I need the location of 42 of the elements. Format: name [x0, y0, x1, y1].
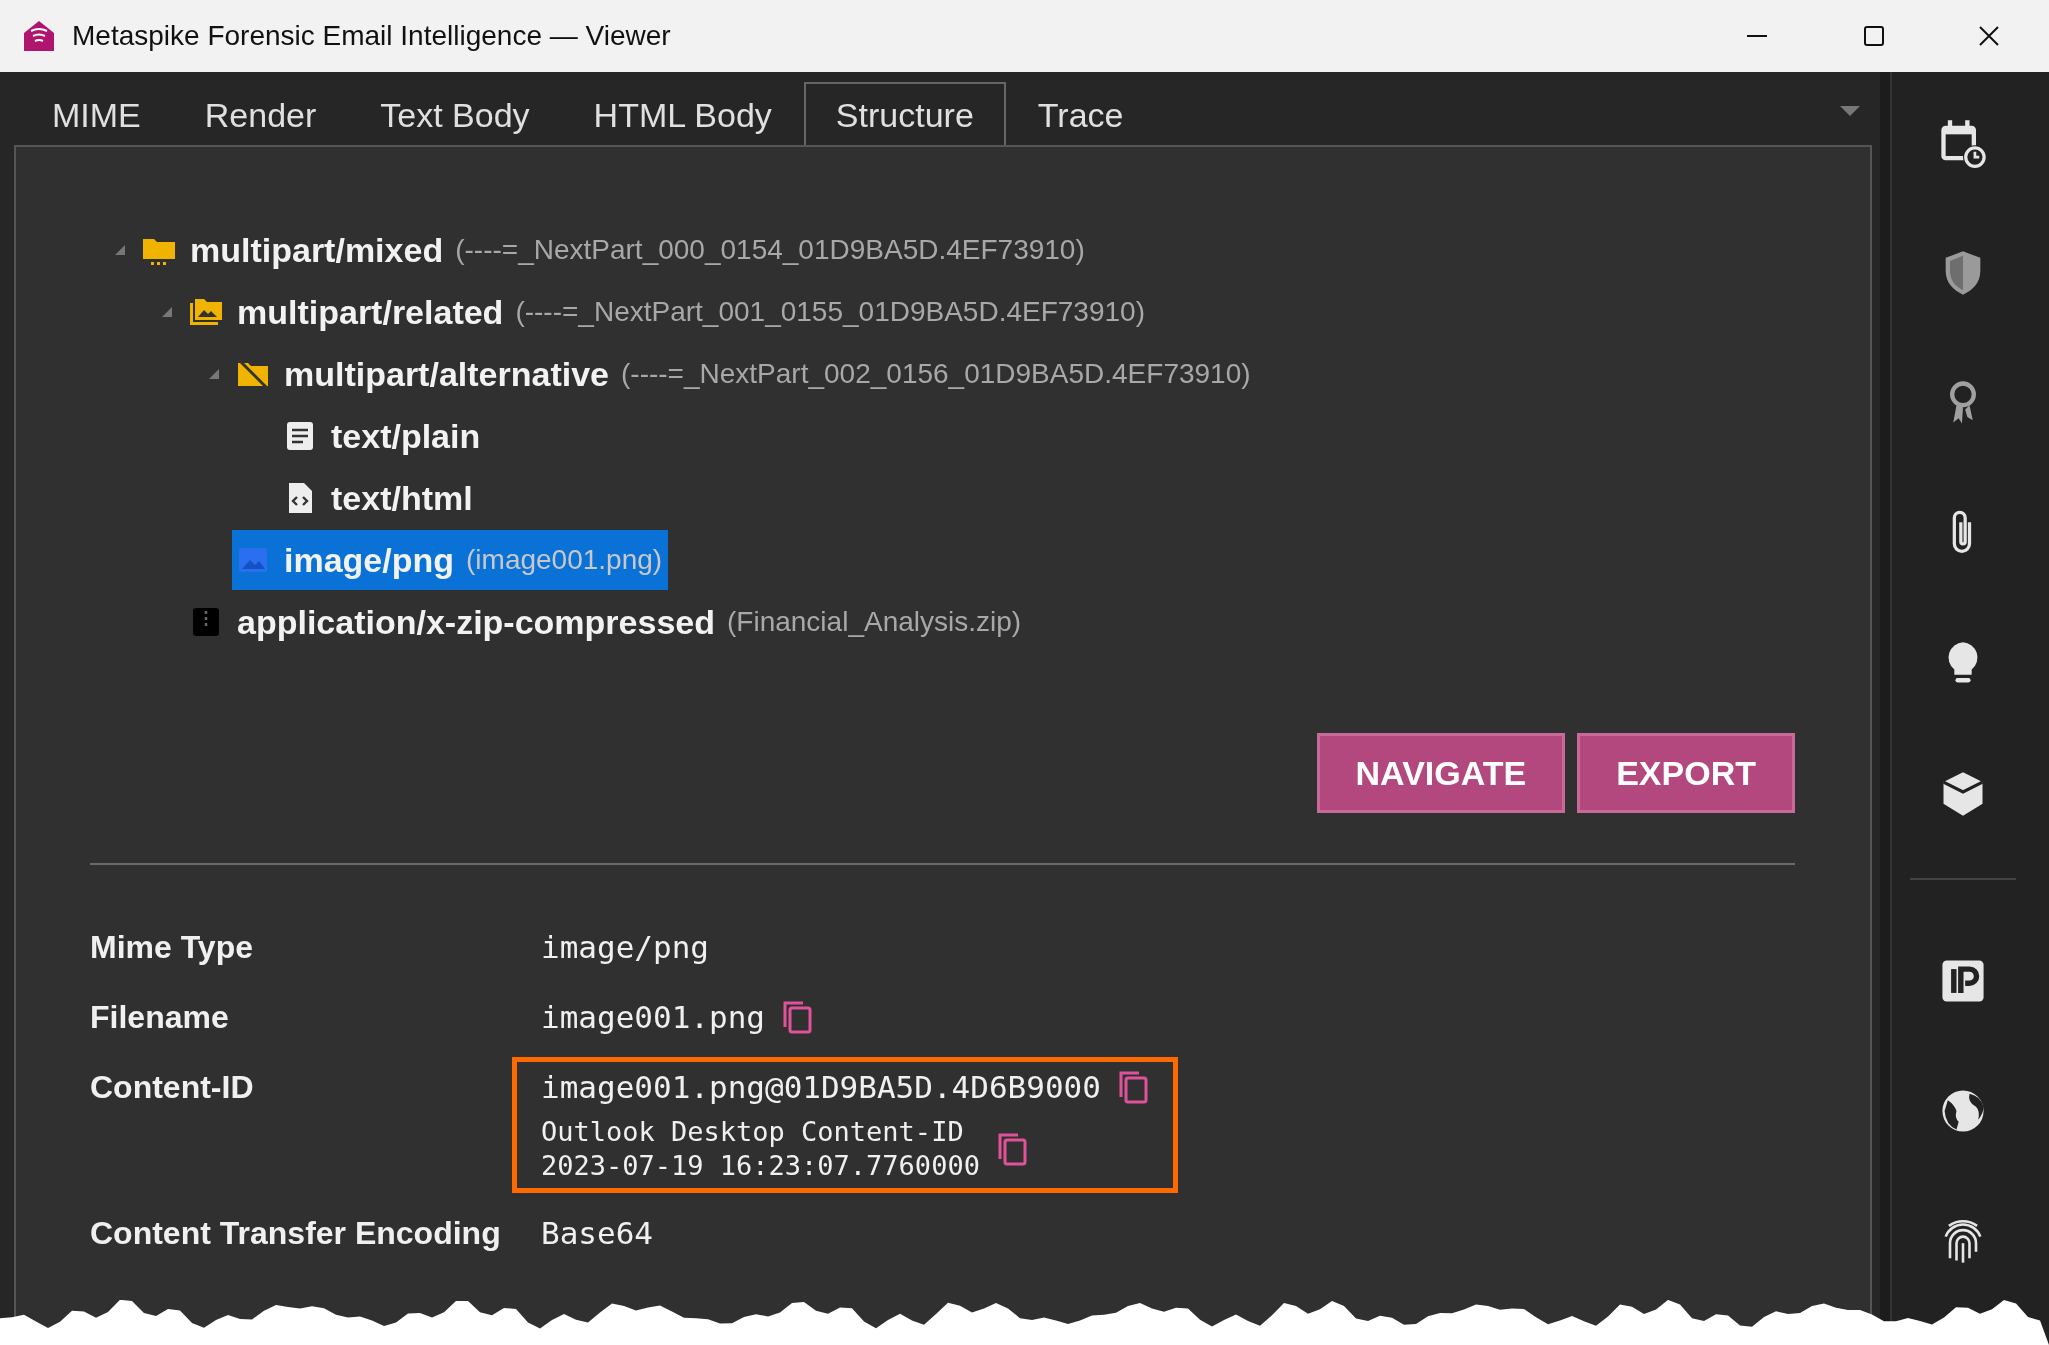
app-logo-icon: [22, 19, 56, 53]
part-boundary: (----=_NextPart_002_0156_01D9BA5D.4EF73910): [621, 358, 1251, 390]
tree-item[interactable]: multipart/related (----=_NextPart_001_0155_01D9BA5D.4EF73910): [185, 282, 1151, 342]
collapse-arrow-icon[interactable]: [208, 368, 220, 380]
part-boundary: (Financial_Analysis.zip): [727, 606, 1022, 638]
collapse-arrow-icon[interactable]: [161, 306, 173, 318]
part-boundary: (----=_NextPart_000_0154_01D9BA5D.4EF73910): [455, 234, 1085, 266]
part-boundary: (image001.png): [466, 544, 663, 576]
collapse-arrow-icon[interactable]: [114, 244, 126, 256]
field-value: image001.png@01D9BA5D.4D6B9000: [541, 1068, 1101, 1107]
part-boundary: (----=_NextPart_001_0155_01D9BA5D.4EF73910): [515, 296, 1145, 328]
field-label: Filename: [90, 998, 230, 1037]
window-title: Metaspike Forensic Email Intelligence — Viewer: [72, 20, 671, 52]
tree-item[interactable]: multipart/mixed (----=_NextPart_000_0154_01D9BA5D.4EF73910): [138, 220, 1091, 280]
tree-item[interactable]: text/plain: [279, 406, 487, 466]
field-value: image001.png: [541, 998, 765, 1037]
part-type: application/x-zip-compressed: [237, 602, 715, 642]
tab[interactable]: Structure: [803, 82, 1006, 145]
part-type: text/plain: [331, 416, 481, 456]
tree-item[interactable]: image/png (image001.png): [232, 530, 669, 590]
field-label: Mime Type: [90, 928, 254, 967]
tab[interactable]: Text Body: [348, 82, 562, 145]
action-button[interactable]: NAVIGATE: [1316, 733, 1566, 813]
part-type: multipart/mixed: [190, 230, 444, 270]
field-label: Content Transfer Encoding: [90, 1214, 502, 1253]
part-type: multipart/alternative: [284, 354, 609, 394]
tab[interactable]: MIME: [20, 82, 173, 145]
dropdown-icon[interactable]: [1840, 106, 1860, 118]
tree-item[interactable]: text/html: [279, 468, 479, 528]
tree-item[interactable]: application/x-zip-compressed (Financial_Analysis.zip): [185, 592, 1028, 652]
tab[interactable]: Trace: [1005, 82, 1156, 145]
field-value: image/png: [541, 928, 709, 967]
tab[interactable]: HTML Body: [561, 82, 804, 145]
field-note: Outlook Desktop Content-ID 2023-07-19 16:23:07.7760000: [541, 1115, 980, 1183]
action-button[interactable]: EXPORT: [1577, 733, 1795, 813]
part-type: multipart/related: [237, 292, 504, 332]
field-label: Content-ID: [90, 1068, 255, 1107]
part-type: image/png: [284, 540, 455, 580]
field-value: Base64: [541, 1214, 653, 1253]
tree-item[interactable]: multipart/alternative (----=_NextPart_002_0156_01D9BA5D.4EF73910): [232, 344, 1257, 404]
tab[interactable]: Render: [172, 82, 349, 145]
part-type: text/html: [331, 478, 473, 518]
